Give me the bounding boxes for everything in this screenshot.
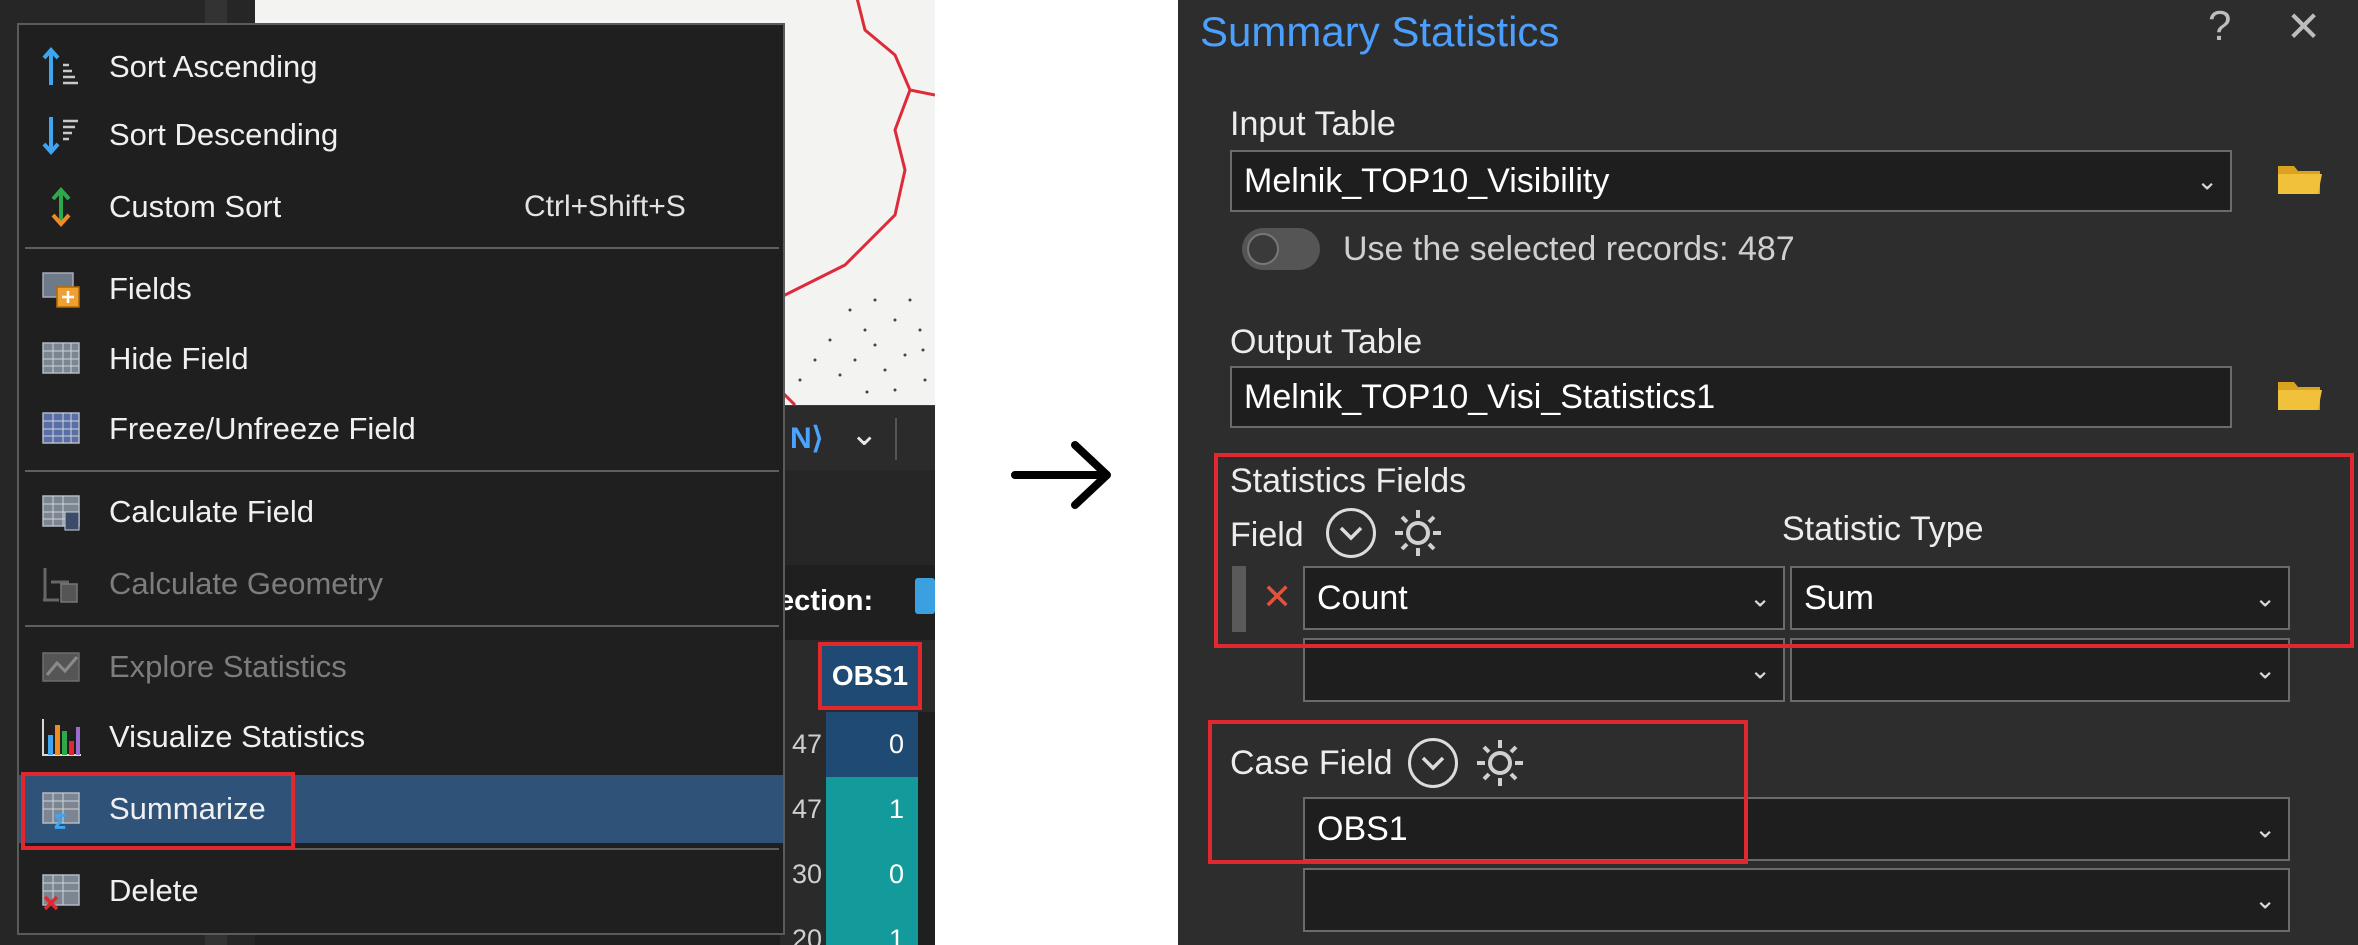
obs1-highlight-box: [818, 642, 922, 710]
chevron-down-icon[interactable]: ⌄: [850, 414, 879, 454]
menu-item-label: Calculate Geometry: [109, 566, 383, 601]
output-table-label: Output Table: [1230, 323, 1423, 361]
summary-statistics-pane: Summary Statistics ? ✕ Input Table Melni…: [1178, 0, 2358, 945]
chevron-down-icon: ⌄: [2254, 884, 2276, 915]
use-selected-toggle[interactable]: [1242, 228, 1320, 270]
input-table-dropdown[interactable]: Melnik_TOP10_Visibility ⌄: [1230, 150, 2232, 212]
selection-label: lection:: [770, 585, 874, 617]
freeze-field-icon: [39, 407, 83, 451]
browse-folder-icon[interactable]: [2276, 160, 2324, 198]
menu-item-freeze-unfreeze-field[interactable]: Freeze/Unfreeze Field: [19, 395, 783, 463]
menu-item-calculate-geometry: Calculate Geometry: [19, 550, 783, 618]
menu-item-label: Explore Statistics: [109, 649, 347, 684]
chevron-down-icon: ⌄: [2196, 165, 2218, 196]
menu-item-sort-descending[interactable]: Sort Descending: [19, 101, 783, 169]
table-cell[interactable]: 47: [780, 777, 826, 842]
use-selected-label: Use the selected records: 487: [1343, 230, 1795, 268]
menu-item-label: Fields: [109, 271, 192, 306]
chevron-down-icon: ⌄: [2254, 813, 2276, 844]
table-cell[interactable]: 20: [780, 907, 826, 945]
table-cell[interactable]: 30: [780, 842, 826, 907]
menu-item-sort-ascending[interactable]: Sort Ascending: [19, 33, 783, 101]
chevron-down-icon: ⌄: [2254, 654, 2276, 685]
sort-descending-icon: [39, 113, 83, 157]
output-table-value: Melnik_TOP10_Visi_Statistics1: [1244, 377, 1716, 416]
input-table-label: Input Table: [1230, 105, 1396, 143]
menu-divider: [25, 625, 779, 627]
sort-ascending-icon: [39, 45, 83, 89]
menu-item-shortcut: Ctrl+Shift+S: [524, 190, 686, 223]
menu-item-label: Calculate Field: [109, 494, 315, 529]
case-field-highlight-box: [1208, 720, 1748, 864]
hide-field-icon: [39, 337, 83, 381]
menu-item-label: Visualize Statistics: [109, 719, 366, 754]
input-table-value: Melnik_TOP10_Visibility: [1244, 161, 1610, 200]
menu-item-label: Custom Sort: [109, 189, 282, 224]
case-field-dropdown-empty[interactable]: ⌄: [1303, 868, 2290, 932]
menu-item-label: Delete: [109, 873, 199, 908]
menu-item-label: Sort Descending: [109, 117, 339, 152]
obs1-cell[interactable]: 0: [826, 842, 918, 907]
calculate-geometry-icon: [39, 562, 83, 606]
obs1-cell[interactable]: 1: [826, 907, 918, 945]
transition-arrow-icon: [1005, 430, 1125, 520]
bar-chart-icon: [39, 715, 83, 759]
menu-item-fields[interactable]: Fields: [19, 255, 783, 323]
menu-item-custom-sort[interactable]: Custom Sort Ctrl+Shift+S: [19, 173, 783, 241]
menu-divider: [25, 470, 779, 472]
toolbar-divider: [895, 418, 897, 460]
explore-statistics-icon: [39, 645, 83, 689]
custom-sort-icon: [39, 185, 83, 229]
pane-title: Summary Statistics: [1200, 8, 1560, 55]
help-button[interactable]: ?: [2208, 2, 2231, 50]
fields-icon: [39, 267, 83, 311]
obs1-cell[interactable]: 0: [826, 712, 918, 777]
switch-selection-icon[interactable]: N⟩: [790, 421, 823, 456]
menu-item-visualize-statistics[interactable]: Visualize Statistics: [19, 703, 783, 771]
table-cell[interactable]: 47: [780, 712, 826, 777]
menu-item-explore-statistics: Explore Statistics: [19, 633, 783, 701]
menu-divider: [25, 247, 779, 249]
statistics-fields-highlight-box: [1214, 453, 2354, 648]
delete-field-icon: [39, 869, 83, 913]
selection-icon[interactable]: [915, 578, 935, 614]
menu-item-label: Freeze/Unfreeze Field: [109, 411, 416, 446]
obs1-cell[interactable]: 1: [826, 777, 918, 842]
browse-folder-icon[interactable]: [2276, 376, 2324, 414]
toggle-knob: [1247, 233, 1279, 265]
menu-item-delete[interactable]: Delete: [19, 857, 783, 925]
output-table-input[interactable]: Melnik_TOP10_Visi_Statistics1: [1230, 366, 2232, 428]
chevron-down-icon: ⌄: [1749, 654, 1771, 685]
calculate-field-icon: [39, 490, 83, 534]
menu-item-hide-field[interactable]: Hide Field: [19, 325, 783, 393]
menu-item-label: Sort Ascending: [109, 49, 318, 84]
summarize-highlight-box: [21, 772, 295, 850]
menu-item-calculate-field[interactable]: Calculate Field: [19, 478, 783, 546]
close-button[interactable]: ✕: [2286, 2, 2321, 51]
arcgis-background: N⟩ ⌄ lection: OBS1 47 0 47 1 30 0 20 1 S…: [0, 0, 935, 945]
menu-item-label: Hide Field: [109, 341, 249, 376]
